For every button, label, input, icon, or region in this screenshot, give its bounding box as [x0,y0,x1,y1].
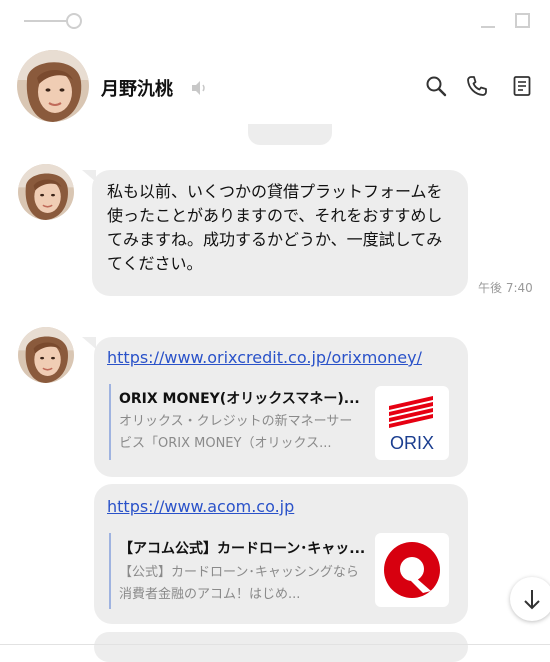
preview-accent-bar [109,533,111,609]
preview-title[interactable]: ORIX MONEY(オリックスマネー)... [119,388,369,408]
scroll-down-button[interactable] [510,577,550,621]
avatar[interactable] [17,50,89,122]
memo-icon[interactable] [510,74,534,98]
message-text: 私も以前、いくつかの貸借プラットフォームを使ったことがありますので、それをおすす… [107,182,443,273]
phone-icon[interactable] [465,74,489,98]
chat-header: 月野氿桃 [0,44,550,128]
acom-logo-thumbnail[interactable] [375,533,449,607]
bubble-tail [82,337,96,349]
preview-description: オリックス・クレジットの新マネーサービス「ORIX MONEY（オリックス... [119,414,353,451]
minimize-button[interactable] [479,8,497,32]
avatar[interactable] [18,327,74,383]
message-timestamp: 午後 7:40 [478,281,533,295]
orix-logo-text: ORIX [390,433,434,453]
divider [0,644,550,645]
speaker-muted-icon [190,80,210,100]
previous-message-fragment [248,124,332,145]
maximize-button[interactable] [515,13,530,28]
transparency-slider-handle[interactable] [66,13,82,29]
contact-name[interactable]: 月野氿桃 [101,75,173,101]
preview-accent-bar [109,384,111,460]
message-bubble [94,632,468,662]
search-icon[interactable] [424,74,448,98]
arrow-down-icon [524,590,540,610]
window-controls [0,0,550,44]
url-link[interactable]: https://www.orixcredit.co.jp/orixmoney/ [107,348,422,367]
preview-description: 【公式】カードローン･キャッシングなら消費者金融のアコム！はじめ... [119,565,359,602]
url-link[interactable]: https://www.acom.co.jp [107,497,294,516]
avatar[interactable] [18,164,74,220]
transparency-slider-track[interactable] [24,20,68,22]
orix-logo-thumbnail[interactable]: ORIX [375,386,449,460]
preview-title[interactable]: 【アコム公式】カードローン･キャッ... [119,538,369,558]
